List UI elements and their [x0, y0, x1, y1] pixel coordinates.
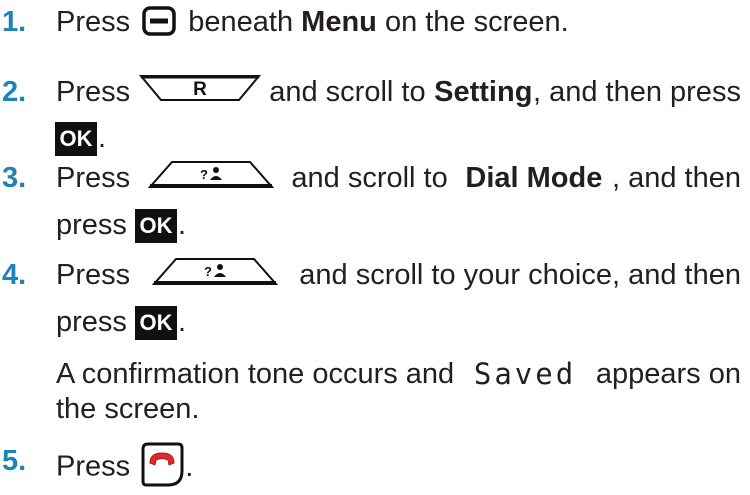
step-text: press — [56, 306, 127, 338]
step-text: Press — [56, 162, 131, 194]
directory-key-icon: ? — [151, 258, 278, 285]
instruction-page: 1. Press beneath Menu on the screen. 2. … — [0, 0, 750, 494]
step-text: Press — [56, 259, 131, 291]
ok-key-icon: OK — [55, 122, 97, 157]
note-text: A confirmation tone occurs and — [56, 358, 455, 390]
step-text: Press — [56, 6, 131, 38]
end-call-icon — [141, 442, 184, 487]
screen-message: Saved — [473, 357, 577, 391]
step-keyword: Setting — [434, 76, 533, 108]
step-text: , and then — [611, 162, 741, 194]
note-text: the screen. — [56, 393, 200, 425]
step-number: 3. — [2, 162, 27, 194]
step-text: and scroll to — [291, 162, 448, 194]
step-text: Press — [56, 450, 131, 483]
step-text: on the screen. — [384, 6, 569, 38]
step-text: , and then press — [532, 76, 741, 108]
step-keyword: Dial Mode — [465, 162, 603, 194]
step-text: and scroll to — [269, 76, 426, 108]
step-number: 2. — [2, 76, 27, 108]
step-number: 1. — [2, 6, 27, 38]
step-text: Press — [56, 76, 131, 108]
step-keyword: Menu — [301, 6, 377, 38]
r-key-icon: R — [138, 75, 261, 101]
svg-text:R: R — [193, 79, 207, 100]
step-number: 5. — [2, 445, 27, 477]
step-text: and scroll to your choice, and then — [299, 259, 741, 291]
soft-key-icon — [142, 6, 176, 37]
ok-key-icon: OK — [134, 306, 177, 341]
step-text: press — [56, 209, 127, 241]
step-text: beneath — [188, 6, 294, 38]
svg-text:?: ? — [200, 167, 208, 182]
svg-text:?: ? — [204, 264, 212, 279]
directory-key-icon: ? — [147, 161, 274, 188]
step-number: 4. — [2, 259, 27, 291]
note-text: appears on — [595, 358, 741, 390]
ok-key-icon: OK — [134, 209, 177, 244]
